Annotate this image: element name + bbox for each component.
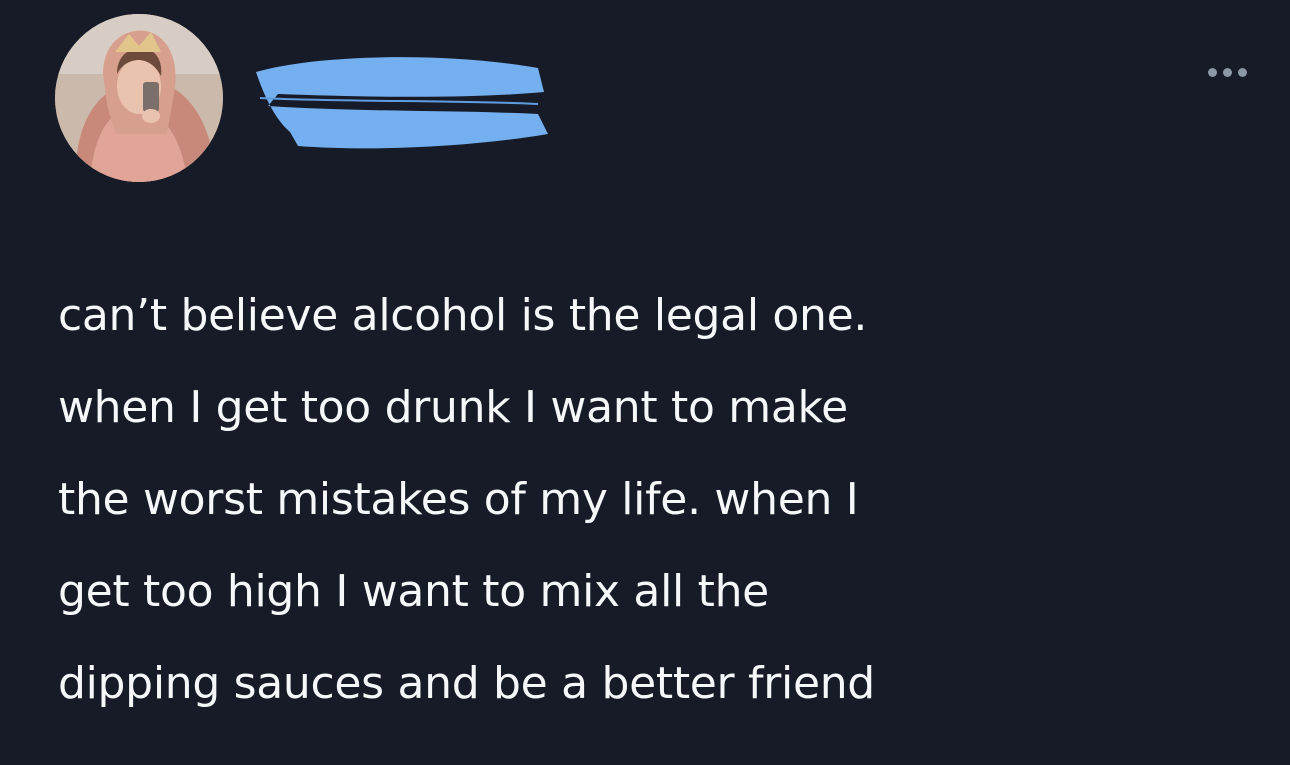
more-options-button[interactable]: [1192, 52, 1262, 92]
tweet-text-line: dipping sauces and be a better friend: [58, 658, 875, 709]
tweet-text-line: get too high I want to mix all the: [58, 566, 769, 617]
author-name-redaction: [238, 42, 558, 162]
tweet-text-line: can’t believe alcohol is the legal one.: [58, 290, 868, 341]
avatar[interactable]: [55, 14, 223, 182]
more-dots-icon: [1222, 67, 1232, 77]
tweet-text-line: when I get too drunk I want to make: [58, 382, 848, 433]
tweet-card: can’t believe alcohol is the legal one. …: [0, 0, 1290, 765]
redaction-scribble-icon: [256, 57, 548, 149]
tweet-text: can’t believe alcohol is the legal one. …: [58, 270, 1258, 730]
more-dots-icon: [1207, 67, 1217, 77]
tweet-text-line: the worst mistakes of my life. when I: [58, 474, 859, 525]
avatar-photo-icon: [55, 14, 223, 182]
more-dots-icon: [1237, 67, 1247, 77]
